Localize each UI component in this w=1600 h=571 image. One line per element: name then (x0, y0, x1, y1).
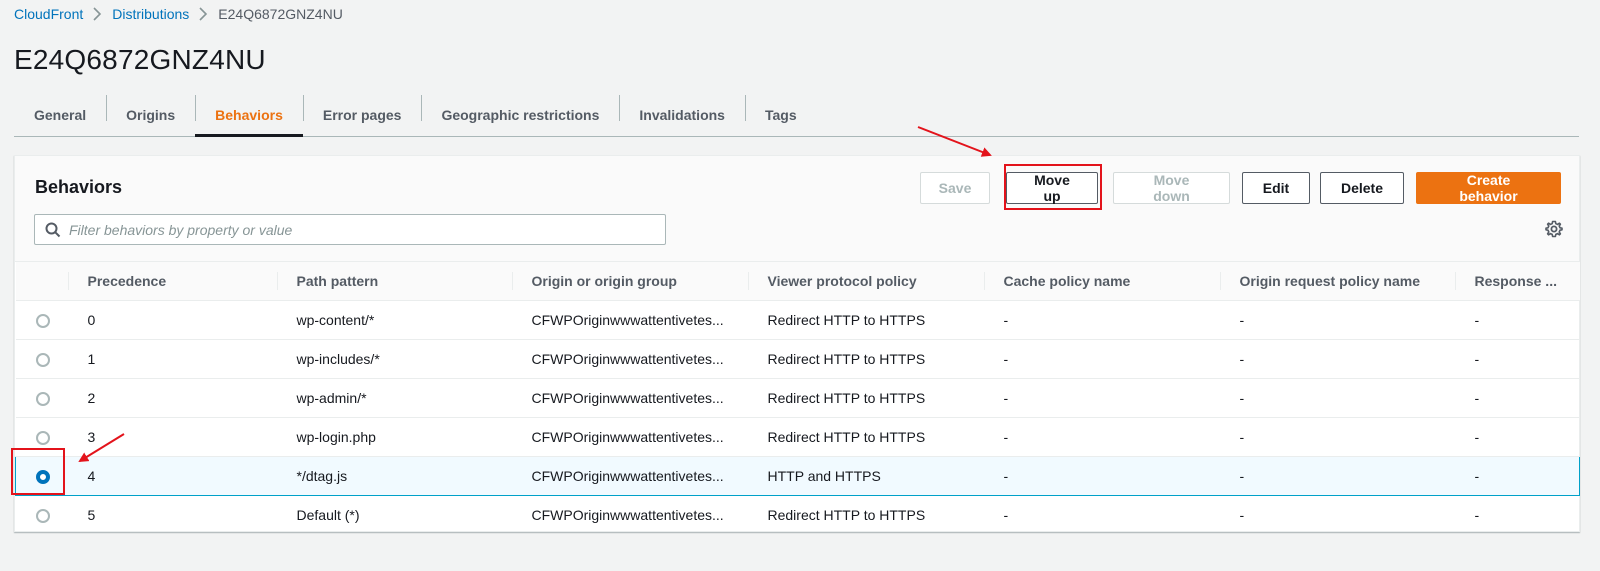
behaviors-table: Precedence Path pattern Origin or origin… (15, 262, 1580, 534)
origin-request-policy-cell: - (1219, 455, 1455, 496)
precedence-cell: 3 (67, 417, 277, 457)
path-pattern-cell: wp-login.php (276, 417, 512, 457)
cache-policy-cell: - (1003, 506, 1009, 523)
origin-request-policy-cell: - (1219, 417, 1455, 457)
tab-tags[interactable]: Tags (744, 94, 817, 136)
select-column-header (15, 262, 68, 301)
response-cell: - (1454, 300, 1580, 340)
page-title: E24Q6872GNZ4NU (14, 44, 266, 75)
tab-error-pages[interactable]: Error pages (302, 94, 422, 136)
column-header[interactable]: Origin or origin group (511, 262, 748, 301)
behaviors-panel: Behaviors Save Move up Move down Edit De… (14, 155, 1580, 532)
viewer-protocol-cell: HTTP and HTTPS (747, 455, 984, 496)
save-button[interactable]: Save (920, 172, 990, 204)
panel-title: Behaviors (35, 177, 123, 197)
viewer-protocol-cell: Redirect HTTP to HTTPS (747, 300, 984, 340)
breadcrumb-cloudfront[interactable]: CloudFront (14, 6, 83, 22)
filter-search (34, 214, 666, 245)
cache-policy-cell: - (983, 339, 1220, 379)
origin-cell: CFWPOriginwwwattentivetes... (511, 417, 748, 457)
column-header[interactable]: Origin request policy name (1219, 262, 1455, 301)
move-up-button[interactable]: Move up (1006, 172, 1098, 204)
create-behavior-button[interactable]: Create behavior (1416, 172, 1561, 204)
origin-cell: CFWPOriginwwwattentivetes... (511, 455, 748, 496)
settings-gear-icon[interactable] (1545, 220, 1563, 238)
table-row[interactable]: 0 wp-content/* CFWPOriginwwwattentivetes… (15, 300, 1580, 340)
filter-behaviors-input[interactable] (61, 215, 665, 244)
table-header-row: Precedence Path pattern Origin or origin… (15, 262, 1580, 301)
row-radio[interactable] (35, 430, 50, 445)
origin-cell: CFWPOriginwwwattentivetes... (511, 300, 748, 340)
cache-policy-cell: - (983, 417, 1220, 457)
response-cell: - (1454, 455, 1580, 496)
path-pattern-cell: */dtag.js (276, 455, 512, 496)
viewer-protocol-cell: Redirect HTTP to HTTPS (747, 339, 984, 379)
edit-button[interactable]: Edit (1242, 172, 1310, 204)
response-cell: - (1454, 339, 1580, 379)
row-radio[interactable] (35, 313, 50, 328)
tab-bar: General Origins Behaviors Error pages Ge… (14, 94, 1579, 137)
column-header[interactable]: Precedence (67, 262, 277, 301)
column-header[interactable]: Path pattern (276, 262, 512, 301)
row-radio[interactable] (35, 508, 50, 523)
cache-policy-cell: - (983, 378, 1220, 418)
origin-request-policy-cell: - (1239, 506, 1245, 523)
viewer-protocol-cell: Redirect HTTP to HTTPS (747, 417, 984, 457)
response-cell: - (1454, 417, 1580, 457)
tab-geographic-restrictions[interactable]: Geographic restrictions (421, 94, 619, 136)
breadcrumb-distributions[interactable]: Distributions (112, 6, 189, 22)
precedence-cell: 4 (67, 455, 277, 496)
origin-request-policy-cell: - (1219, 300, 1455, 340)
precedence-cell: 0 (67, 300, 277, 340)
response-cell: - (1474, 506, 1480, 523)
table-row-selected[interactable]: 4 */dtag.js CFWPOriginwwwattentivetes...… (15, 455, 1580, 496)
column-header[interactable]: Cache policy name (983, 262, 1220, 301)
path-pattern-cell: Default (*) (296, 506, 360, 523)
precedence-cell: 2 (67, 378, 277, 418)
precedence-cell: 1 (67, 339, 277, 379)
panel-header: Behaviors Save Move up Move down Edit De… (15, 156, 1579, 262)
search-icon (45, 222, 61, 238)
path-pattern-cell: wp-includes/* (276, 339, 512, 379)
delete-button[interactable]: Delete (1320, 172, 1404, 204)
table-row[interactable]: 2 wp-admin/* CFWPOriginwwwattentivetes..… (15, 378, 1580, 418)
chevron-right-icon (199, 7, 208, 21)
tab-origins[interactable]: Origins (106, 94, 195, 136)
origin-cell: CFWPOriginwwwattentivetes... (511, 339, 748, 379)
table-row[interactable]: 1 wp-includes/* CFWPOriginwwwattentivete… (15, 339, 1580, 379)
row-radio[interactable] (35, 391, 50, 406)
viewer-protocol-cell: Redirect HTTP to HTTPS (767, 506, 926, 523)
origin-request-policy-cell: - (1219, 378, 1455, 418)
cache-policy-cell: - (983, 455, 1220, 496)
column-header[interactable]: Viewer protocol policy (747, 262, 984, 301)
tab-behaviors[interactable]: Behaviors (195, 94, 303, 137)
precedence-cell: 5 (87, 506, 96, 523)
breadcrumb-current: E24Q6872GNZ4NU (218, 6, 343, 22)
row-radio[interactable] (35, 352, 50, 367)
table-row[interactable]: 5 Default (*) CFWPOriginwwwattentivetes.… (16, 495, 1580, 534)
chevron-right-icon (93, 7, 102, 21)
row-radio-selected[interactable] (36, 469, 50, 484)
origin-cell: CFWPOriginwwwattentivetes... (531, 506, 724, 523)
cache-policy-cell: - (983, 300, 1220, 340)
move-down-button[interactable]: Move down (1113, 172, 1230, 204)
response-cell: - (1454, 378, 1580, 418)
origin-request-policy-cell: - (1219, 339, 1455, 379)
breadcrumb: CloudFront Distributions E24Q6872GNZ4NU (14, 4, 343, 24)
column-header[interactable]: Response ... (1454, 262, 1580, 301)
path-pattern-cell: wp-admin/* (276, 378, 512, 418)
tab-invalidations[interactable]: Invalidations (619, 94, 745, 136)
table-row[interactable]: 3 wp-login.php CFWPOriginwwwattentivetes… (15, 417, 1580, 457)
viewer-protocol-cell: Redirect HTTP to HTTPS (747, 378, 984, 418)
tab-general[interactable]: General (14, 94, 106, 136)
origin-cell: CFWPOriginwwwattentivetes... (511, 378, 748, 418)
path-pattern-cell: wp-content/* (276, 300, 512, 340)
